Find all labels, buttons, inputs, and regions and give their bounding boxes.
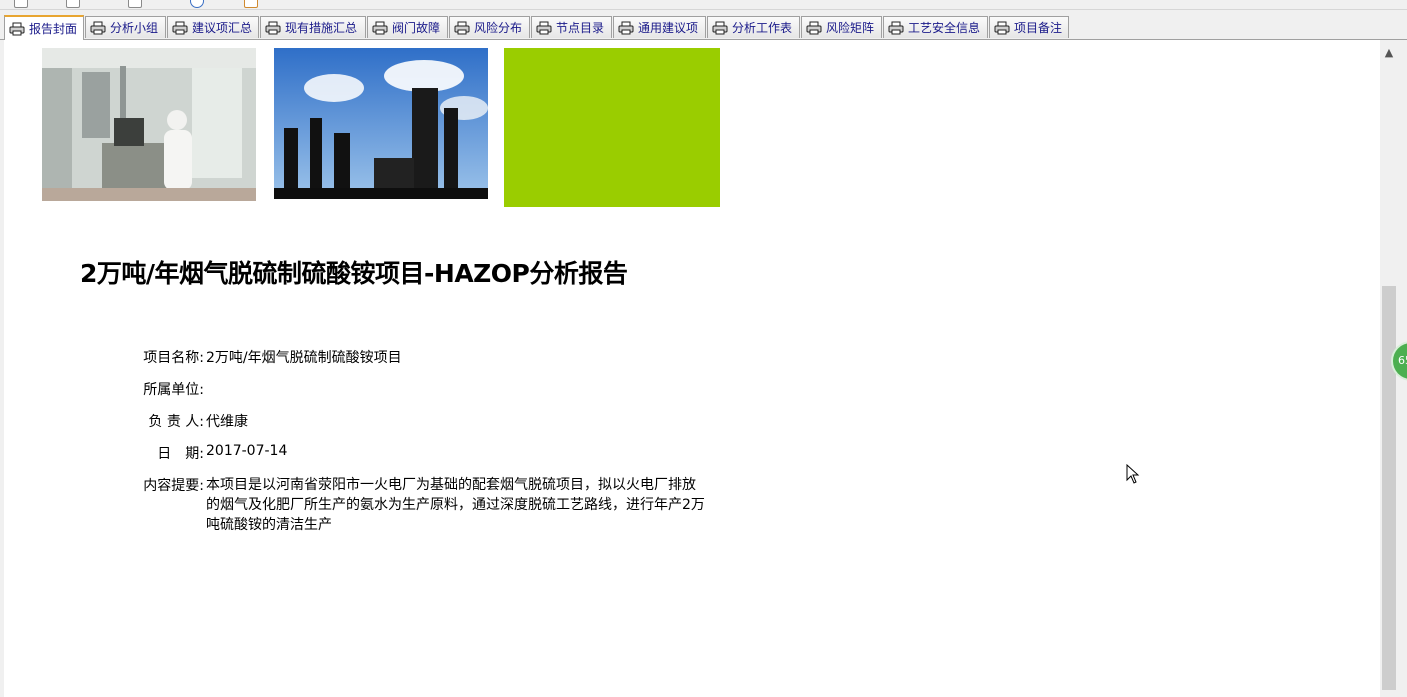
- printer-icon: [454, 21, 470, 34]
- project-name-value: 2万吨/年烟气脱硫制硫酸铵项目: [206, 350, 402, 366]
- tab-node-directory[interactable]: 节点目录: [531, 16, 612, 38]
- printer-icon: [712, 21, 728, 34]
- tab-analysis-worksheet[interactable]: 分析工作表: [707, 16, 800, 38]
- tab-label: 现有措施汇总: [285, 21, 358, 35]
- tab-project-notes[interactable]: 项目备注: [989, 16, 1069, 38]
- tab-recommendation-summary[interactable]: 建议项汇总: [167, 16, 259, 38]
- report-tab-bar: 报告封面 分析小组 建议项汇总 现有措施汇总 阀门故障 风险分布 节点目录 通用…: [0, 10, 1407, 40]
- chemical-plant-photo: [274, 48, 488, 199]
- printer-icon: [994, 21, 1010, 34]
- toolbar-save-icon[interactable]: [66, 0, 80, 8]
- toolbar-doc-icon[interactable]: [128, 0, 142, 8]
- owner-label: 负 责 人:: [148, 414, 204, 430]
- tab-label: 阀门故障: [392, 21, 441, 35]
- tab-label: 风险分布: [474, 21, 523, 35]
- printer-icon: [618, 21, 634, 34]
- toolbar-help-icon[interactable]: [190, 0, 204, 8]
- top-toolbar: [0, 0, 1407, 10]
- date-label: 日 期:: [157, 446, 204, 462]
- tab-label: 建议项汇总: [192, 21, 253, 35]
- tab-label: 报告封面: [29, 22, 78, 36]
- tab-risk-matrix[interactable]: 风险矩阵: [801, 16, 882, 38]
- chevron-up-icon[interactable]: ▲: [1380, 46, 1398, 60]
- toolbar-exit-icon[interactable]: [244, 0, 258, 8]
- mouse-cursor-icon: [1126, 464, 1140, 484]
- widget-value: 65: [1398, 354, 1407, 367]
- project-name-label: 项目名称:: [143, 350, 204, 366]
- printer-icon: [90, 21, 106, 34]
- tab-risk-distribution[interactable]: 风险分布: [449, 16, 530, 38]
- date-value: 2017-07-14: [206, 443, 288, 459]
- printer-icon: [172, 21, 188, 34]
- toolbar-arrow-icon[interactable]: [34, 0, 46, 6]
- tab-label: 分析小组: [110, 21, 159, 35]
- report-title: 2万吨/年烟气脱硫制硫酸铵项目-HAZOP分析报告: [80, 259, 628, 288]
- report-cover-page[interactable]: 2万吨/年烟气脱硫制硫酸铵项目-HAZOP分析报告 项目名称: 2万吨/年烟气脱…: [4, 40, 1380, 697]
- tab-report-cover[interactable]: 报告封面: [4, 15, 84, 40]
- tab-label: 通用建议项: [638, 21, 699, 35]
- printer-icon: [536, 21, 552, 34]
- tab-existing-measures-summary[interactable]: 现有措施汇总: [260, 16, 366, 38]
- tab-general-recommendations[interactable]: 通用建议项: [613, 16, 706, 38]
- printer-icon: [806, 21, 822, 34]
- tab-valve-failure[interactable]: 阀门故障: [367, 16, 448, 38]
- printer-icon: [888, 21, 904, 34]
- scrollbar-thumb[interactable]: [1382, 286, 1396, 690]
- owner-value: 代维康: [206, 414, 248, 430]
- tab-label: 工艺安全信息: [908, 21, 981, 35]
- tab-process-safety-info[interactable]: 工艺安全信息: [883, 16, 988, 38]
- tab-label: 节点目录: [556, 21, 605, 35]
- printer-icon: [265, 21, 281, 34]
- toolbar-new-icon[interactable]: [14, 0, 28, 8]
- summary-label: 内容提要:: [143, 478, 204, 494]
- unit-label: 所属单位:: [143, 382, 204, 398]
- printer-icon: [372, 21, 388, 34]
- green-decorative-block: [504, 48, 720, 207]
- tab-label: 分析工作表: [732, 21, 793, 35]
- printer-icon: [9, 22, 25, 35]
- tab-label: 风险矩阵: [826, 21, 875, 35]
- summary-value: 本项目是以河南省荥阳市一火电厂为基础的配套烟气脱硫项目，拟以火电厂排放的烟气及化…: [206, 477, 705, 533]
- cleanroom-photo: [42, 48, 256, 201]
- tab-label: 项目备注: [1014, 21, 1063, 35]
- tab-analysis-team[interactable]: 分析小组: [85, 16, 166, 38]
